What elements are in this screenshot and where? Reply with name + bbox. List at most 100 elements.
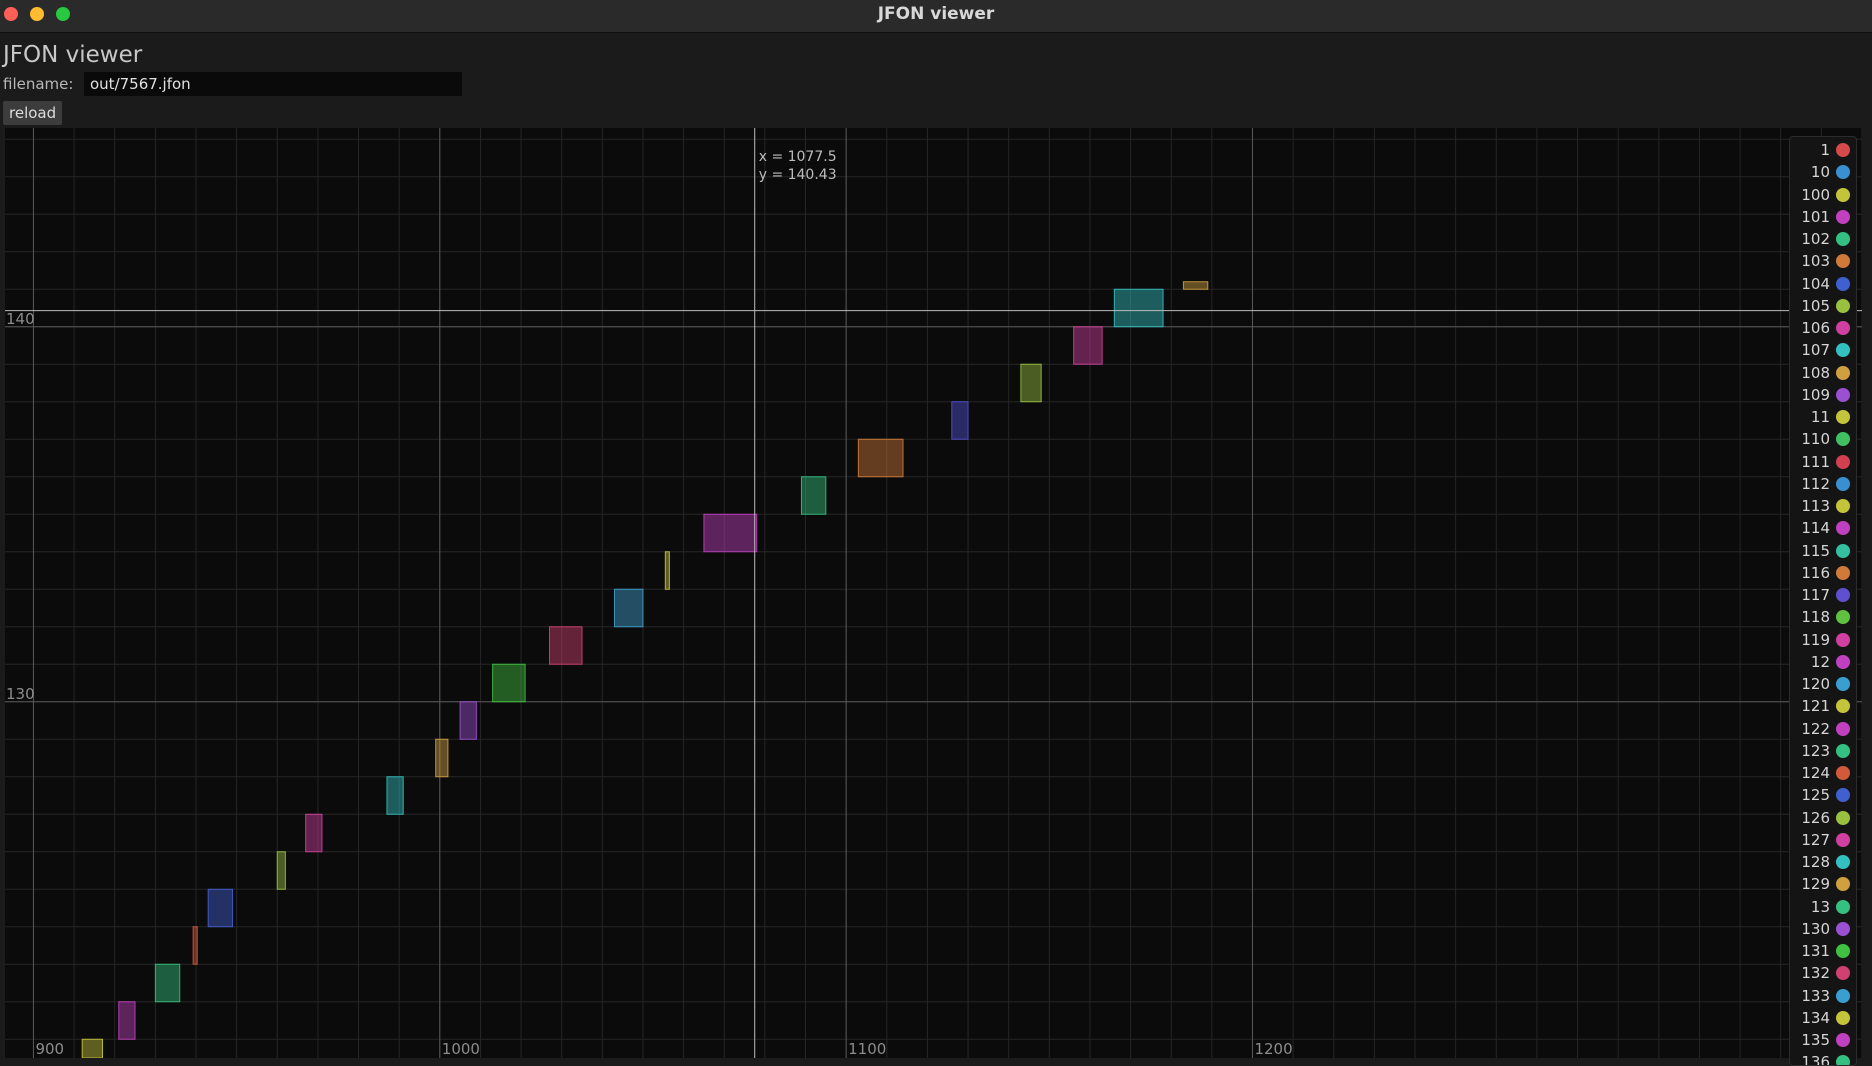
legend-color-dot-icon — [1836, 788, 1850, 803]
legend-label: 102 — [1801, 230, 1830, 248]
legend-item[interactable]: 10 — [1811, 162, 1850, 182]
legend-label: 119 — [1801, 630, 1830, 649]
legend-item[interactable]: 135 — [1801, 1030, 1850, 1050]
legend-item[interactable]: 116 — [1801, 563, 1850, 583]
legend-item[interactable]: 123 — [1801, 741, 1850, 761]
legend-color-dot-icon — [1836, 298, 1850, 313]
series-legend[interactable]: 1 10 100 101 102 103 104 105 106 107 108 109 11 110 11… — [1789, 136, 1857, 1066]
plot-box — [192, 926, 198, 965]
legend-item[interactable]: 110 — [1801, 429, 1850, 449]
legend-color-dot-icon — [1836, 343, 1850, 358]
legend-item[interactable]: 120 — [1801, 674, 1850, 694]
legend-color-dot-icon — [1836, 699, 1850, 714]
legend-item[interactable]: 11 — [1811, 407, 1850, 427]
legend-item[interactable]: 119 — [1801, 630, 1850, 650]
plot-box — [857, 438, 904, 478]
legend-label: 10 — [1810, 163, 1830, 182]
legend-label: 106 — [1801, 319, 1830, 337]
legend-item[interactable]: 103 — [1801, 251, 1850, 271]
legend-item[interactable]: 111 — [1801, 452, 1850, 472]
legend-item[interactable]: 121 — [1801, 696, 1850, 716]
legend-label: 108 — [1801, 363, 1830, 382]
legend-label: 100 — [1801, 185, 1830, 204]
legend-item[interactable]: 1 — [1820, 140, 1850, 160]
legend-item[interactable]: 128 — [1801, 852, 1850, 872]
plot-area[interactable]: 900 1000 1100 1200 130 140 x = 1077.5 y = 140… — [5, 128, 1862, 1058]
legend-label: 12 — [1810, 652, 1830, 671]
legend-color-dot-icon — [1836, 232, 1850, 246]
legend-item[interactable]: 106 — [1801, 318, 1850, 338]
minor-gridlines — [5, 128, 1862, 1058]
plot-box — [614, 588, 644, 628]
x-tick-label: 1000 — [442, 1040, 480, 1058]
legend-item[interactable]: 127 — [1801, 830, 1850, 850]
plot-box — [1182, 281, 1209, 290]
legend-label: 128 — [1801, 853, 1830, 871]
legend-item[interactable]: 105 — [1801, 296, 1850, 316]
legend-label: 115 — [1801, 541, 1830, 560]
legend-label: 120 — [1801, 675, 1830, 693]
legend-label: 136 — [1801, 1053, 1830, 1066]
legend-label: 131 — [1801, 942, 1830, 960]
legend-label: 113 — [1801, 497, 1830, 515]
legend-item[interactable]: 133 — [1801, 986, 1850, 1006]
legend-item[interactable]: 13 — [1811, 897, 1850, 917]
legend-color-dot-icon — [1836, 543, 1850, 558]
legend-item[interactable]: 101 — [1801, 207, 1850, 227]
legend-item[interactable]: 132 — [1801, 963, 1850, 983]
legend-item[interactable]: 102 — [1801, 229, 1850, 249]
legend-label: 11 — [1810, 408, 1830, 426]
legend-item[interactable]: 12 — [1811, 652, 1850, 672]
legend-item[interactable]: 115 — [1801, 541, 1850, 561]
plot-box — [549, 626, 583, 665]
legend-item[interactable]: 107 — [1801, 340, 1850, 360]
legend-label: 107 — [1801, 341, 1830, 360]
legend-item[interactable]: 129 — [1801, 874, 1850, 894]
legend-item[interactable]: 113 — [1801, 496, 1850, 516]
legend-item[interactable]: 125 — [1801, 785, 1850, 805]
plot-box — [118, 1001, 136, 1040]
legend-item[interactable]: 112 — [1801, 474, 1850, 494]
x-tick-label: 900 — [35, 1040, 64, 1058]
window-title: JFON viewer — [877, 4, 995, 24]
plot-box — [1020, 363, 1042, 403]
legend-item[interactable]: 124 — [1801, 763, 1850, 783]
legend-color-dot-icon — [1836, 365, 1850, 380]
legend-item[interactable]: 118 — [1801, 607, 1850, 627]
legend-item[interactable]: 109 — [1801, 385, 1850, 405]
plot-canvas[interactable]: 900 1000 1100 1200130140 x = 1077.5 y = 140… — [5, 128, 1862, 1058]
legend-item[interactable]: 108 — [1801, 363, 1850, 383]
legend-color-dot-icon — [1836, 165, 1850, 180]
filename-input[interactable] — [84, 72, 462, 96]
x-tick-label: 1100 — [848, 1040, 886, 1058]
legend-item[interactable]: 134 — [1801, 1008, 1850, 1028]
reload-button[interactable]: reload — [3, 101, 63, 125]
legend-item[interactable]: 131 — [1801, 941, 1850, 961]
legend-color-dot-icon — [1836, 499, 1850, 513]
plot-box — [207, 888, 234, 928]
legend-label: 109 — [1801, 385, 1830, 404]
legend-label: 124 — [1801, 764, 1830, 782]
legend-color-dot-icon — [1836, 1033, 1850, 1047]
legend-item[interactable]: 117 — [1801, 585, 1850, 605]
legend-color-dot-icon — [1836, 810, 1850, 825]
legend-color-dot-icon — [1836, 209, 1850, 224]
plot-box — [951, 401, 969, 440]
legend-color-dot-icon — [1836, 254, 1850, 269]
legend-item[interactable]: 130 — [1801, 919, 1850, 939]
legend-color-dot-icon — [1836, 1010, 1850, 1025]
legend-label: 114 — [1801, 519, 1830, 538]
legend-item[interactable]: 126 — [1801, 808, 1850, 828]
plot-box — [800, 476, 827, 515]
legend-label: 105 — [1801, 296, 1830, 315]
legend-color-dot-icon — [1836, 988, 1850, 1003]
legend-label: 111 — [1801, 452, 1830, 471]
legend-item[interactable]: 100 — [1801, 185, 1850, 205]
legend-color-dot-icon — [1836, 921, 1850, 936]
legend-item[interactable]: 104 — [1801, 274, 1850, 294]
legend-color-dot-icon — [1836, 899, 1850, 914]
cursor-y-readout: y = 140.43 — [759, 167, 837, 183]
legend-item[interactable]: 114 — [1801, 518, 1850, 538]
legend-item[interactable]: 122 — [1801, 719, 1850, 739]
legend-label: 127 — [1801, 830, 1830, 849]
